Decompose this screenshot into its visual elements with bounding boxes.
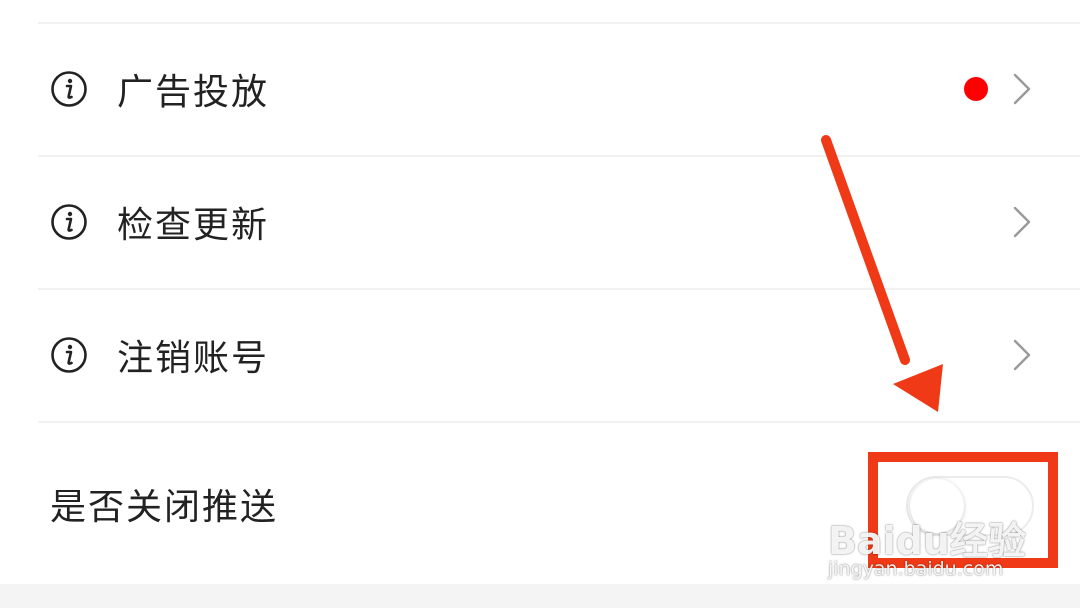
settings-item-delete-account[interactable]: 注销账号 — [0, 290, 1080, 420]
settings-list: 广告投放 检查更新 注销账号 是否关闭推送 — [0, 0, 1080, 584]
settings-item-label: 注销账号 — [117, 338, 270, 379]
settings-item-label: 检查更新 — [117, 205, 270, 246]
info-icon — [51, 71, 87, 107]
toggle-knob[interactable] — [910, 479, 964, 533]
push-toggle-switch[interactable] — [906, 476, 1034, 536]
divider — [38, 421, 1080, 423]
push-toggle-row: 是否关闭推送 — [0, 424, 1080, 584]
chevron-right-icon — [1013, 339, 1031, 371]
info-icon — [51, 337, 87, 373]
settings-item-label: 广告投放 — [117, 72, 270, 113]
chevron-right-icon — [1013, 206, 1031, 238]
push-toggle-label: 是否关闭推送 — [50, 487, 279, 528]
settings-item-check-update[interactable]: 检查更新 — [0, 157, 1080, 287]
info-icon — [51, 204, 87, 240]
notification-badge — [964, 77, 988, 101]
chevron-right-icon — [1013, 73, 1031, 105]
bottom-band — [0, 584, 1080, 608]
settings-item-ad-delivery[interactable]: 广告投放 — [0, 24, 1080, 154]
